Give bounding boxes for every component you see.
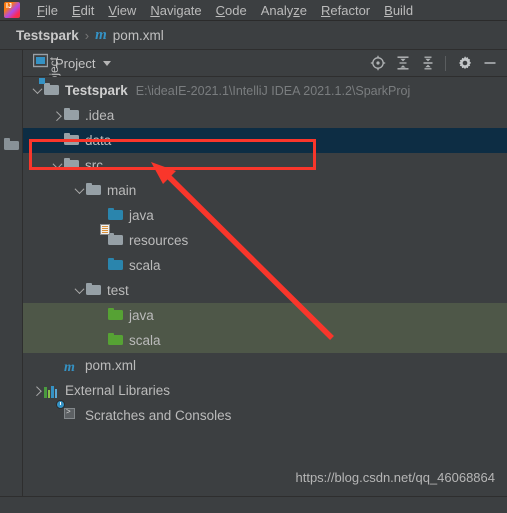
folder-icon xyxy=(86,183,102,199)
project-view-icon xyxy=(32,53,49,73)
menu-item-file[interactable]: File xyxy=(30,2,65,19)
tree-label: resources xyxy=(129,233,189,248)
breadcrumb: Testspark › m pom.xml xyxy=(0,21,507,50)
tree-label: pom.xml xyxy=(85,358,137,373)
project-tool-window-title: Project xyxy=(55,55,96,71)
toolbar-divider xyxy=(445,55,446,71)
status-bar xyxy=(0,496,507,513)
main-area: Project Project Testspark E:\ideaIE-2021… xyxy=(0,50,507,513)
collapse-all-icon[interactable] xyxy=(417,52,439,74)
libraries-icon xyxy=(44,383,60,399)
tree-row-data[interactable]: data xyxy=(23,128,507,153)
folder-icon xyxy=(86,283,102,299)
expand-all-icon[interactable] xyxy=(392,52,414,74)
resources-folder-icon xyxy=(100,223,124,249)
source-folder-blue-icon xyxy=(108,258,124,274)
tree-row-main[interactable]: main xyxy=(23,178,507,203)
left-tool-strip: Project xyxy=(0,50,61,513)
tree-label: java xyxy=(129,308,154,323)
watermark: https://blog.csdn.net/qq_46068864 xyxy=(295,470,496,485)
tree-row-test-java[interactable]: java xyxy=(23,303,507,328)
menu-item-view[interactable]: View xyxy=(101,2,143,19)
folder-icon xyxy=(64,108,80,124)
maven-pom-icon: m xyxy=(95,26,107,43)
tree-label: External Libraries xyxy=(65,383,171,398)
tree-row-scratches-and-consoles[interactable]: Scratches and Consoles xyxy=(23,399,507,428)
menu-item-edit[interactable]: Edit xyxy=(65,2,101,19)
test-source-folder-green-icon xyxy=(108,308,124,324)
menu-item-refactor[interactable]: Refactor xyxy=(314,2,377,19)
tree-label: src xyxy=(85,158,103,173)
menu-item-navigate[interactable]: Navigate xyxy=(143,2,208,19)
tree-row-test[interactable]: test xyxy=(23,278,507,303)
menu-item-build[interactable]: Build xyxy=(377,2,420,19)
scratches-icon xyxy=(56,399,80,424)
tree-row-testspark[interactable]: Testspark E:\ideaIE-2021.1\IntelliJ IDEA… xyxy=(23,77,507,103)
module-folder-icon xyxy=(39,77,60,99)
gear-icon[interactable] xyxy=(454,52,476,74)
tree-label: scala xyxy=(129,258,161,273)
expand-toggle[interactable] xyxy=(73,178,86,203)
menu-item-analyze[interactable]: Analyze xyxy=(254,2,314,19)
tree-row-test-scala[interactable]: scala xyxy=(23,328,507,353)
breadcrumb-project[interactable]: Testspark xyxy=(16,28,79,43)
expand-toggle[interactable] xyxy=(51,153,64,178)
intellij-idea-logo xyxy=(4,2,20,18)
tree-label: Testspark xyxy=(65,83,128,98)
tree-row-main-java[interactable]: java xyxy=(23,203,507,228)
folder-icon[interactable] xyxy=(4,136,19,150)
expand-toggle[interactable] xyxy=(31,378,44,403)
breadcrumb-file[interactable]: pom.xml xyxy=(113,28,164,43)
tree-row-main-scala[interactable]: scala xyxy=(23,253,507,278)
project-tool-window: Project Testspark E:\ideaIE-2021.1\Intel… xyxy=(23,50,507,513)
folder-icon xyxy=(64,158,80,174)
menu-item-code[interactable]: Code xyxy=(209,2,254,19)
hide-icon[interactable] xyxy=(479,52,501,74)
maven-pom-icon: m xyxy=(64,359,75,375)
test-source-folder-green-icon xyxy=(108,333,124,349)
source-folder-blue-icon xyxy=(108,208,124,224)
tree-row-idea[interactable]: .idea xyxy=(23,103,507,128)
folder-icon xyxy=(64,133,80,149)
tree-label: test xyxy=(107,283,129,298)
tree-label: main xyxy=(107,183,137,198)
menu-bar: File Edit View Navigate Code Analyze Ref… xyxy=(0,0,507,21)
tree-label: data xyxy=(85,133,112,148)
tree-row-resources[interactable]: resources xyxy=(23,223,507,253)
chevron-down-icon[interactable] xyxy=(103,60,112,66)
expand-toggle[interactable] xyxy=(73,278,86,303)
tree-label: java xyxy=(129,208,154,223)
tree-row-pom-xml[interactable]: m pom.xml xyxy=(23,353,507,378)
tree-label: scala xyxy=(129,333,161,348)
tree-label: .idea xyxy=(85,108,115,123)
project-tool-window-header: Project xyxy=(23,50,507,77)
tree-module-path: E:\ideaIE-2021.1\IntelliJ IDEA 2021.1.2\… xyxy=(135,83,411,98)
tree-row-src[interactable]: src xyxy=(23,153,507,178)
locate-icon[interactable] xyxy=(367,52,389,74)
project-tree[interactable]: Testspark E:\ideaIE-2021.1\IntelliJ IDEA… xyxy=(23,77,507,513)
tree-label: Scratches and Consoles xyxy=(85,408,232,423)
tree-row-external-libraries[interactable]: External Libraries xyxy=(23,378,507,403)
expand-toggle[interactable] xyxy=(51,103,64,128)
breadcrumb-separator: › xyxy=(84,27,90,43)
